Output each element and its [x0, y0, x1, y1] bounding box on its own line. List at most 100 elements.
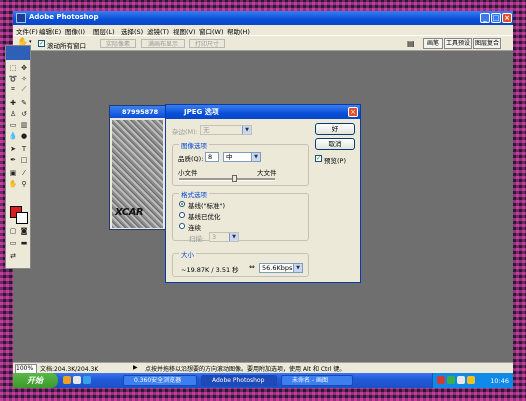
shape-tool-icon[interactable]: □ [19, 155, 29, 164]
speed-value: 56.6Kbps [262, 264, 293, 272]
quicklaunch-media-icon[interactable] [83, 376, 91, 384]
status-play-icon[interactable]: ▶ [133, 364, 138, 371]
tray-antivirus-icon[interactable] [437, 376, 445, 384]
window-title: Adobe Photoshop [29, 13, 99, 21]
cancel-button[interactable]: 取消 [315, 138, 355, 150]
tab-tool-presets[interactable]: 工具预设 [444, 38, 472, 49]
matte-select[interactable]: 无 ▼ [200, 125, 252, 135]
eyedropper-tool-icon[interactable]: ⁄ [19, 168, 29, 177]
chevron-down-icon: ▼ [293, 264, 302, 272]
path-selection-icon[interactable]: ➤ [8, 144, 18, 153]
scroll-all-windows-label: 滚动所有窗口 [47, 42, 86, 50]
magic-wand-icon[interactable]: ✧ [19, 74, 29, 83]
photoshop-icon [16, 13, 26, 23]
palette-well-icon: ▤ [407, 39, 415, 48]
preview-label: 预览(P) [324, 157, 346, 165]
speed-arrow-icon: ⇔ [249, 263, 255, 271]
dodge-tool-icon[interactable]: ● [19, 131, 29, 140]
format-progressive-label: 连续 [188, 224, 201, 232]
scans-select[interactable]: 3 ▼ [209, 232, 239, 242]
close-button[interactable]: × [502, 13, 512, 23]
type-tool-icon[interactable]: T [19, 144, 29, 153]
actual-pixels-button[interactable]: 实际像素 [100, 39, 136, 48]
format-radio-progressive[interactable] [179, 223, 185, 229]
format-baseline-label: 基线("标准") [188, 202, 226, 210]
quick-mask-icon[interactable]: ◙ [19, 226, 29, 235]
dialog-close-button[interactable]: × [348, 107, 358, 117]
jump-to-imageready-icon[interactable]: ⇄ [8, 251, 18, 260]
gradient-tool-icon[interactable]: ▥ [19, 120, 29, 129]
minimize-button[interactable]: _ [480, 13, 490, 23]
quicklaunch-desktop-icon[interactable] [73, 376, 81, 384]
format-options-title: 格式选项 [179, 189, 209, 199]
title-bar[interactable]: Adobe Photoshop _ □ × [13, 11, 513, 25]
scroll-all-windows-checkbox[interactable]: ✓ [38, 40, 45, 47]
quicklaunch-ie-icon[interactable] [63, 376, 71, 384]
chevron-down-icon: ▼ [242, 126, 251, 134]
format-optimized-label: 基线已优化 [188, 213, 221, 221]
fit-on-screen-button[interactable]: 满画布显示 [141, 39, 185, 48]
quality-slider-track[interactable] [179, 178, 275, 181]
quality-label: 品质(Q): [178, 155, 204, 163]
document-title[interactable]: 87995878 [110, 106, 165, 118]
dialog-title[interactable]: JPEG 选项 [166, 105, 360, 119]
format-radio-baseline[interactable] [179, 201, 185, 207]
brush-tool-icon[interactable]: ✎ [19, 98, 29, 107]
move-tool-icon[interactable]: ✥ [19, 63, 29, 72]
system-tray: 10:46 [432, 373, 513, 388]
toolbox-header[interactable] [6, 46, 30, 60]
size-group: 大小 ~19.87K / 3.51 秒 ⇔ 56.6Kbps ▼ [172, 249, 309, 277]
ok-button[interactable]: 好 [315, 123, 355, 135]
marquee-tool-icon[interactable]: ⬚ [8, 63, 18, 72]
lasso-tool-icon[interactable]: ➰ [8, 74, 18, 83]
task-photoshop[interactable]: Adobe Photoshop [201, 375, 277, 386]
quality-input[interactable]: 8 [205, 152, 219, 162]
blur-tool-icon[interactable]: 💧 [8, 131, 18, 140]
toolbox: ⬚ ✥ ➰ ✧ ⌗ ⟋ ✚ ✎ ♙ ↺ ▭ ▥ 💧 ● ➤ T ✒ □ ▣ ⁄ … [5, 45, 31, 269]
quality-level-select[interactable]: 中 ▼ [223, 152, 261, 162]
format-radio-optimized[interactable] [179, 212, 185, 218]
watermark-logo: XCAR [115, 207, 144, 218]
size-title: 大小 [179, 249, 196, 259]
quality-slider-thumb[interactable] [231, 175, 237, 182]
menu-bar: 文件(F) 编辑(E) 图像(I) 图层(L) 选择(S) 滤镜(T) 视图(V… [13, 25, 513, 36]
tab-brushes[interactable]: 画笔 [423, 38, 443, 49]
crop-tool-icon[interactable]: ⌗ [8, 85, 18, 94]
document-window[interactable]: 87995878 XCAR [109, 105, 166, 230]
large-file-label: 大文件 [257, 169, 277, 177]
clone-stamp-icon[interactable]: ♙ [8, 109, 18, 118]
tray-volume-icon[interactable] [467, 376, 475, 384]
options-bar: ✋ ▾ ✓ 滚动所有窗口 实际像素 满画布显示 打印尺寸 ▤ 画笔 工具预设 图… [13, 35, 513, 51]
clock: 10:46 [490, 377, 509, 385]
taskbar: 开始 0.360安全浏览器 Adobe Photoshop 未命名 - 画图 1… [13, 373, 513, 388]
tab-layer-comps[interactable]: 图层复合 [473, 38, 501, 49]
zoom-tool-icon[interactable]: ⚲ [19, 179, 29, 188]
screen-mode-2-icon[interactable]: ▬ [19, 238, 29, 247]
tray-network-icon[interactable] [457, 376, 465, 384]
size-value: ~19.87K / 3.51 秒 [181, 266, 239, 274]
chevron-down-icon: ▼ [251, 153, 260, 161]
standard-mode-icon[interactable]: ▢ [8, 226, 18, 235]
maximize-button[interactable]: □ [491, 13, 501, 23]
history-brush-icon[interactable]: ↺ [19, 109, 29, 118]
tray-security-icon[interactable] [447, 376, 455, 384]
hand-tool-icon-box[interactable]: ✋ [8, 179, 18, 188]
print-size-button[interactable]: 打印尺寸 [189, 39, 225, 48]
matte-label: 杂边(M): [172, 128, 198, 136]
task-browser[interactable]: 0.360安全浏览器 [123, 375, 197, 386]
notes-tool-icon[interactable]: ▣ [8, 168, 18, 177]
eraser-tool-icon[interactable]: ▭ [8, 120, 18, 129]
scans-label: 扫描: [189, 235, 205, 243]
start-button[interactable]: 开始 [13, 373, 58, 388]
speed-select[interactable]: 56.6Kbps ▼ [259, 263, 303, 273]
task-paint[interactable]: 未命名 - 画图 [281, 375, 353, 386]
slice-tool-icon[interactable]: ⟋ [19, 85, 29, 94]
healing-brush-icon[interactable]: ✚ [8, 98, 18, 107]
preview-checkbox[interactable]: ✓ [315, 155, 322, 162]
background-color-swatch[interactable] [16, 212, 28, 224]
status-bar: 100% 文档:204.3K/204.3K ▶ 点按并拖移以沿想要的方向滚动图像… [13, 362, 513, 374]
small-file-label: 小文件 [178, 169, 198, 177]
pen-tool-icon[interactable]: ✒ [8, 155, 18, 164]
screen-mode-1-icon[interactable]: ▭ [8, 238, 18, 247]
document-image: XCAR [112, 120, 163, 228]
